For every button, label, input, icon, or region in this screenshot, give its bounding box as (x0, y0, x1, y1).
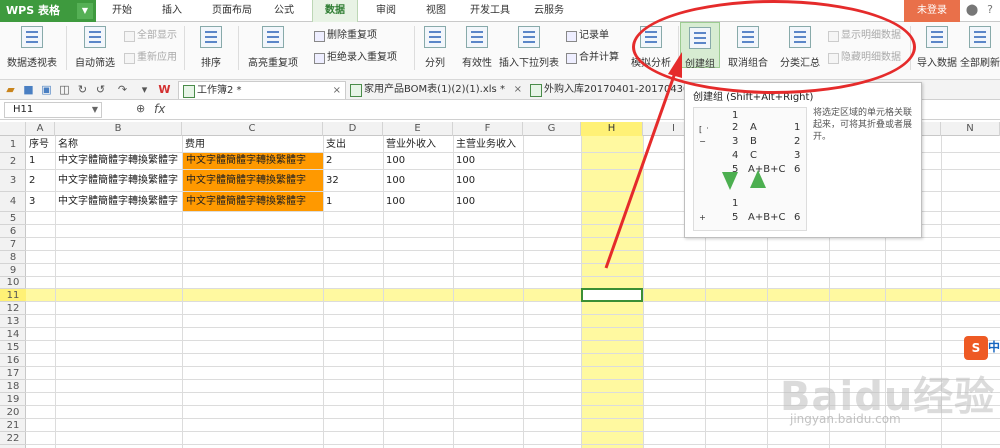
ime-mode-label[interactable]: 中 (988, 338, 1000, 355)
watermark-url: jingyan.baidu.com (790, 412, 901, 426)
ime-logo-icon[interactable]: S (964, 336, 988, 360)
